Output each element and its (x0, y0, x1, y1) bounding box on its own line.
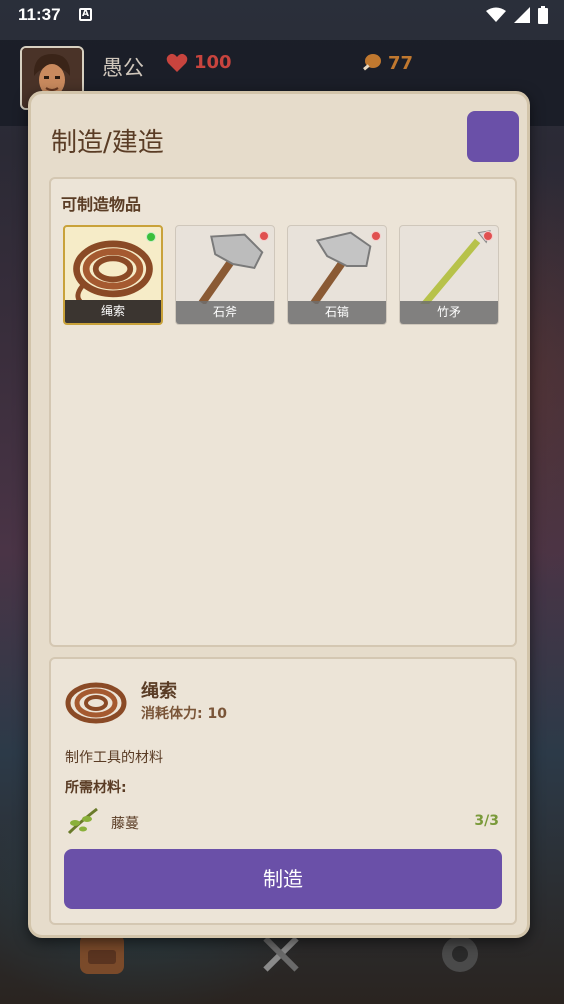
rope-icon (65, 682, 127, 724)
signal-icon (514, 7, 530, 23)
material-row: 藤蔓 3/3 (65, 805, 505, 837)
required-materials-title: 所需材料: (65, 780, 127, 796)
app-notification-icon: A (79, 8, 92, 21)
status-icons (486, 6, 548, 24)
craftable-items-panel: 可制造物品 绳索 石斧 石镐 竹矛 (49, 177, 517, 647)
player-name: 愚公 (102, 56, 144, 80)
battery-icon (538, 6, 548, 24)
status-bar: 11:37 A (0, 0, 564, 32)
food-value: 77 (388, 52, 414, 74)
availability-dot (371, 231, 381, 241)
crafting-dialog: 制造/建造 可制造物品 绳索 石斧 石镐 竹矛 绳索 消耗体力: 10 制作工具… (28, 91, 530, 938)
bottom-nav (0, 930, 564, 1004)
item-label: 竹矛 (400, 301, 498, 324)
item-label: 绳索 (65, 300, 161, 323)
item-detail-panel: 绳索 消耗体力: 10 制作工具的材料 所需材料: 藤蔓 3/3 制造 (49, 657, 517, 925)
dialog-title: 制造/建造 (51, 128, 164, 158)
heart-icon (166, 53, 188, 72)
item-label: 石镐 (288, 301, 386, 324)
item-label: 石斧 (176, 301, 274, 324)
material-count: 3/3 (474, 813, 499, 829)
item-slot-bamboo-spear[interactable]: 竹矛 (399, 225, 499, 325)
food-stat: 77 (360, 52, 413, 74)
item-slot-stone-pickaxe[interactable]: 石镐 (287, 225, 387, 325)
availability-dot (146, 232, 156, 242)
availability-dot (483, 231, 493, 241)
wifi-icon (486, 7, 506, 22)
drumstick-icon (363, 54, 381, 71)
detail-item-name: 绳索 (141, 681, 177, 702)
health-stat: 100 (166, 52, 232, 73)
availability-dot (259, 231, 269, 241)
item-grid: 绳索 石斧 石镐 竹矛 (63, 225, 499, 325)
material-name: 藤蔓 (111, 816, 139, 832)
item-slot-rope[interactable]: 绳索 (63, 225, 163, 325)
item-slot-stone-axe[interactable]: 石斧 (175, 225, 275, 325)
health-value: 100 (194, 52, 232, 73)
item-description: 制作工具的材料 (65, 750, 163, 766)
stamina-cost: 消耗体力: 10 (141, 706, 227, 722)
status-time: 11:37 (18, 5, 61, 24)
vine-icon (67, 807, 98, 835)
section-title: 可制造物品 (61, 195, 142, 214)
craft-button[interactable]: 制造 (64, 849, 502, 909)
close-button[interactable] (467, 111, 519, 162)
